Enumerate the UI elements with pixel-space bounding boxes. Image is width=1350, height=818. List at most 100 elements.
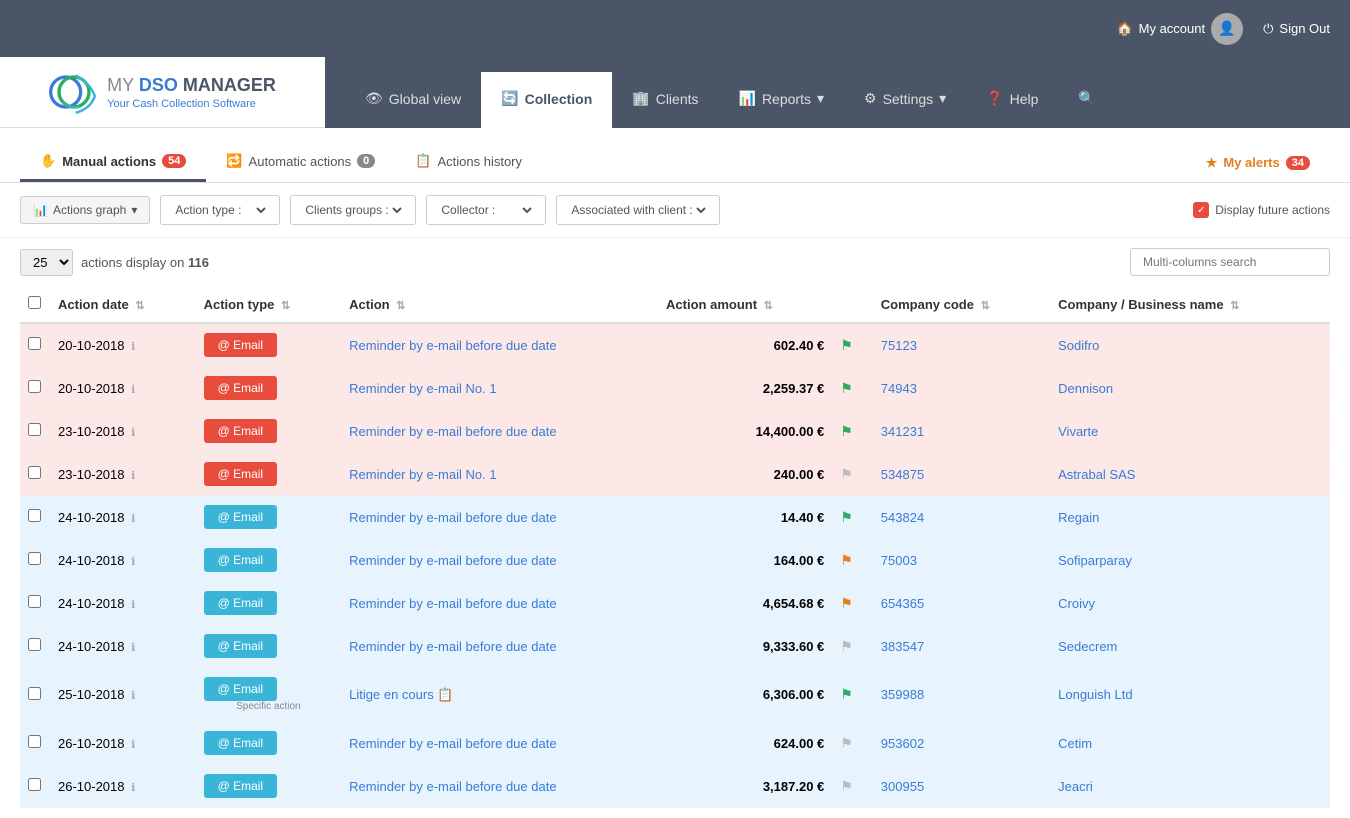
company-name-link[interactable]: Croivy	[1058, 596, 1095, 611]
company-code-link[interactable]: 74943	[881, 381, 917, 396]
select-all-checkbox[interactable]	[28, 296, 41, 309]
row-checkbox[interactable]	[28, 337, 41, 350]
my-account-button[interactable]: 🏠 My account 👤	[1116, 13, 1243, 45]
action-link[interactable]: Reminder by e-mail before due date	[349, 779, 556, 794]
company-name-link[interactable]: Vivarte	[1058, 424, 1098, 439]
email-button[interactable]: @ Email	[204, 774, 278, 798]
email-button[interactable]: @ Email	[204, 333, 278, 357]
company-code-link[interactable]: 654365	[881, 596, 924, 611]
email-button[interactable]: @ Email	[204, 591, 278, 615]
company-name-link[interactable]: Sofiparparay	[1058, 553, 1132, 568]
info-icon[interactable]: ℹ	[131, 556, 135, 568]
company-code-link[interactable]: 300955	[881, 779, 924, 794]
info-icon[interactable]: ℹ	[131, 427, 135, 439]
action-link[interactable]: Reminder by e-mail before due date	[349, 553, 556, 568]
row-checkbox[interactable]	[28, 778, 41, 791]
nav-reports[interactable]: 📊 Reports ▾	[719, 72, 845, 128]
associated-client-filter[interactable]: Associated with client :	[556, 195, 720, 225]
multi-columns-search[interactable]	[1130, 248, 1330, 276]
company-name-link[interactable]: Regain	[1058, 510, 1099, 525]
action-link[interactable]: Reminder by e-mail before due date	[349, 424, 556, 439]
header-action-amount: Action amount ⇅	[658, 286, 832, 323]
company-name-link[interactable]: Jeacri	[1058, 779, 1093, 794]
action-link[interactable]: Reminder by e-mail before due date	[349, 736, 556, 751]
row-checkbox[interactable]	[28, 509, 41, 522]
company-code-link[interactable]: 75003	[881, 553, 917, 568]
row-checkbox[interactable]	[28, 735, 41, 748]
tab-automatic-actions[interactable]: 🔁 Automatic actions 0	[206, 143, 395, 182]
rows-per-page-select[interactable]: 25	[20, 249, 73, 276]
action-link[interactable]: Reminder by e-mail No. 1	[349, 467, 496, 482]
collector-filter[interactable]: Collector :	[426, 195, 546, 225]
email-button[interactable]: @ Email	[204, 376, 278, 400]
nav-search[interactable]: 🔍	[1058, 72, 1115, 128]
specific-action-label: Specific action	[204, 701, 334, 712]
info-icon[interactable]: ℹ	[131, 690, 135, 702]
nav-settings[interactable]: ⚙ Settings ▾	[844, 72, 966, 128]
row-amount: 4,654.68 €	[658, 582, 832, 625]
collector-select[interactable]: Collector :	[437, 202, 535, 218]
nav-help[interactable]: ❓ Help	[966, 72, 1058, 128]
display-future-actions[interactable]: ✓ Display future actions	[1193, 202, 1330, 218]
action-type-filter[interactable]: Action type :	[160, 195, 280, 225]
row-checkbox[interactable]	[28, 466, 41, 479]
actions-graph-button[interactable]: 📊 Actions graph ▾	[20, 196, 150, 224]
tab-manual-actions[interactable]: ✋ Manual actions 54	[20, 143, 206, 182]
email-button[interactable]: @ Email	[204, 677, 278, 701]
clients-groups-select[interactable]: Clients groups :	[301, 202, 405, 218]
info-icon[interactable]: ℹ	[131, 599, 135, 611]
company-code-link[interactable]: 953602	[881, 736, 924, 751]
action-link[interactable]: Reminder by e-mail before due date	[349, 338, 556, 353]
action-link[interactable]: Reminder by e-mail before due date	[349, 510, 556, 525]
action-link[interactable]: Reminder by e-mail No. 1	[349, 381, 496, 396]
company-code-link[interactable]: 75123	[881, 338, 917, 353]
email-button[interactable]: @ Email	[204, 548, 278, 572]
manual-actions-icon: ✋	[40, 153, 56, 169]
company-code-link[interactable]: 534875	[881, 467, 924, 482]
row-checkbox[interactable]	[28, 595, 41, 608]
company-code-link[interactable]: 359988	[881, 687, 924, 702]
filter-row: 📊 Actions graph ▾ Action type : Clients …	[0, 183, 1350, 238]
nav-global-view[interactable]: 👁 Global view	[345, 72, 481, 128]
info-icon[interactable]: ℹ	[131, 341, 135, 353]
action-type-select[interactable]: Action type :	[171, 202, 269, 218]
info-icon[interactable]: ℹ	[131, 782, 135, 794]
clients-groups-filter[interactable]: Clients groups :	[290, 195, 416, 225]
company-name-link[interactable]: Longuish Ltd	[1058, 687, 1132, 702]
info-icon[interactable]: ℹ	[131, 470, 135, 482]
nav-clients[interactable]: 🏢 Clients	[612, 72, 718, 128]
row-checkbox[interactable]	[28, 380, 41, 393]
action-link[interactable]: Litige en cours 📋	[349, 687, 453, 702]
company-code-link[interactable]: 383547	[881, 639, 924, 654]
row-checkbox[interactable]	[28, 638, 41, 651]
my-alerts-button[interactable]: ★ My alerts 34	[1186, 145, 1330, 181]
action-link[interactable]: Reminder by e-mail before due date	[349, 596, 556, 611]
email-button[interactable]: @ Email	[204, 462, 278, 486]
row-checkbox[interactable]	[28, 687, 41, 700]
row-action: Reminder by e-mail before due date	[341, 582, 658, 625]
company-name-link[interactable]: Sodifro	[1058, 338, 1099, 353]
display-future-checkbox[interactable]: ✓	[1193, 202, 1209, 218]
company-name-link[interactable]: Dennison	[1058, 381, 1113, 396]
company-name-link[interactable]: Sedecrem	[1058, 639, 1117, 654]
company-code-link[interactable]: 341231	[881, 424, 924, 439]
info-icon[interactable]: ℹ	[131, 739, 135, 751]
info-icon[interactable]: ℹ	[131, 642, 135, 654]
row-checkbox[interactable]	[28, 423, 41, 436]
info-icon[interactable]: ℹ	[131, 513, 135, 525]
nav-collection[interactable]: 🔄 Collection	[481, 72, 612, 128]
sign-out-button[interactable]: ⏻ Sign Out	[1263, 21, 1330, 37]
email-button[interactable]: @ Email	[204, 419, 278, 443]
email-button[interactable]: @ Email	[204, 634, 278, 658]
company-code-link[interactable]: 543824	[881, 510, 924, 525]
email-button[interactable]: @ Email	[204, 731, 278, 755]
company-name-link[interactable]: Astrabal SAS	[1058, 467, 1135, 482]
display-count: 25 actions display on 116	[20, 249, 209, 276]
associated-client-select[interactable]: Associated with client :	[567, 202, 709, 218]
action-link[interactable]: Reminder by e-mail before due date	[349, 639, 556, 654]
company-name-link[interactable]: Cetim	[1058, 736, 1092, 751]
info-icon[interactable]: ℹ	[131, 384, 135, 396]
email-button[interactable]: @ Email	[204, 505, 278, 529]
row-checkbox[interactable]	[28, 552, 41, 565]
tab-actions-history[interactable]: 📋 Actions history	[395, 143, 542, 182]
